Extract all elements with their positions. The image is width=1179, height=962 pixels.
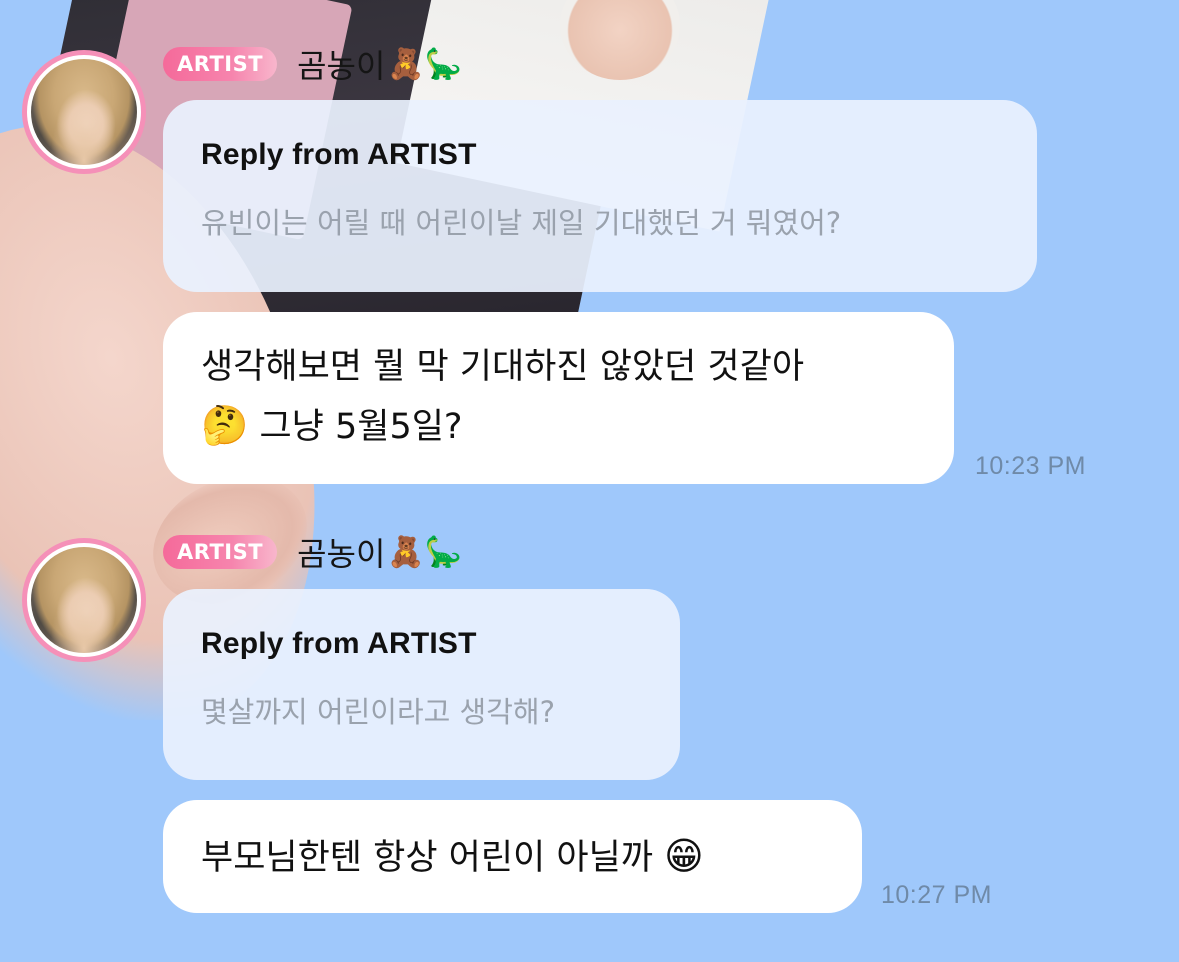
sender-nickname: 곰농이 bbox=[297, 47, 386, 85]
nickname-emojis: 🧸🦕 bbox=[387, 46, 463, 82]
message-text: 부모님한텐 항상 어린이 아닐까 bbox=[201, 838, 653, 878]
sender-nickname: 곰농이 bbox=[297, 535, 386, 573]
thinking-face-emoji: 🤔 bbox=[201, 403, 249, 447]
reply-quote-card[interactable]: Reply from ARTIST 몇살까지 어린이라고 생각해? bbox=[163, 589, 680, 780]
message-timestamp: 10:27 PM bbox=[881, 881, 993, 909]
artist-avatar[interactable] bbox=[22, 50, 146, 174]
artist-badge: ARTIST bbox=[163, 535, 278, 569]
reply-title: Reply from ARTIST bbox=[201, 138, 477, 171]
nickname-emojis: 🧸🦕 bbox=[387, 534, 463, 570]
reply-question: 유빈이는 어릴 때 어린이날 제일 기대했던 거 뭐였어? bbox=[201, 206, 842, 240]
message-line: 생각해보면 뭘 막 기대하진 않았던 것같아 bbox=[201, 347, 805, 387]
artist-badge: ARTIST bbox=[163, 47, 278, 81]
reply-question: 몇살까지 어린이라고 생각해? bbox=[201, 695, 555, 729]
sender-row: ARTIST 곰농이 🧸🦕 bbox=[163, 44, 463, 85]
avatar-image bbox=[31, 547, 137, 653]
message-timestamp: 10:23 PM bbox=[975, 452, 1087, 480]
artist-avatar[interactable] bbox=[22, 538, 146, 662]
reply-title: Reply from ARTIST bbox=[201, 627, 477, 660]
message-line: 🤔 그냥 5월5일? bbox=[201, 396, 954, 456]
message-bubble[interactable]: 부모님한텐 항상 어린이 아닐까 😁 bbox=[163, 800, 862, 913]
message-text: 그냥 5월5일? bbox=[259, 407, 463, 447]
grinning-face-emoji: 😁 bbox=[664, 834, 704, 878]
reply-quote-card[interactable]: Reply from ARTIST 유빈이는 어릴 때 어린이날 제일 기대했던… bbox=[163, 100, 1037, 292]
sender-row: ARTIST 곰농이 🧸🦕 bbox=[163, 532, 463, 573]
message-bubble[interactable]: 생각해보면 뭘 막 기대하진 않았던 것같아 🤔 그냥 5월5일? bbox=[163, 312, 954, 484]
avatar-image bbox=[31, 59, 137, 165]
